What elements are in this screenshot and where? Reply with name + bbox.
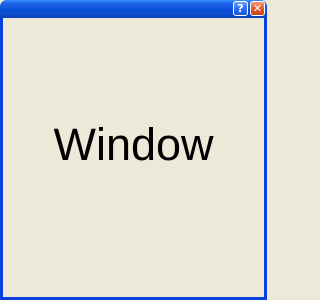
close-button[interactable]: ✕ [250, 1, 265, 16]
client-area: Window [3, 18, 264, 297]
title-bar[interactable]: ? ✕ [0, 0, 267, 18]
window-label: Window [53, 119, 214, 170]
title-bar-buttons: ? ✕ [233, 1, 265, 16]
dialog-window: ? ✕ Window [0, 0, 267, 300]
close-icon: ✕ [252, 2, 263, 15]
help-button[interactable]: ? [233, 1, 248, 16]
help-icon: ? [237, 2, 244, 15]
